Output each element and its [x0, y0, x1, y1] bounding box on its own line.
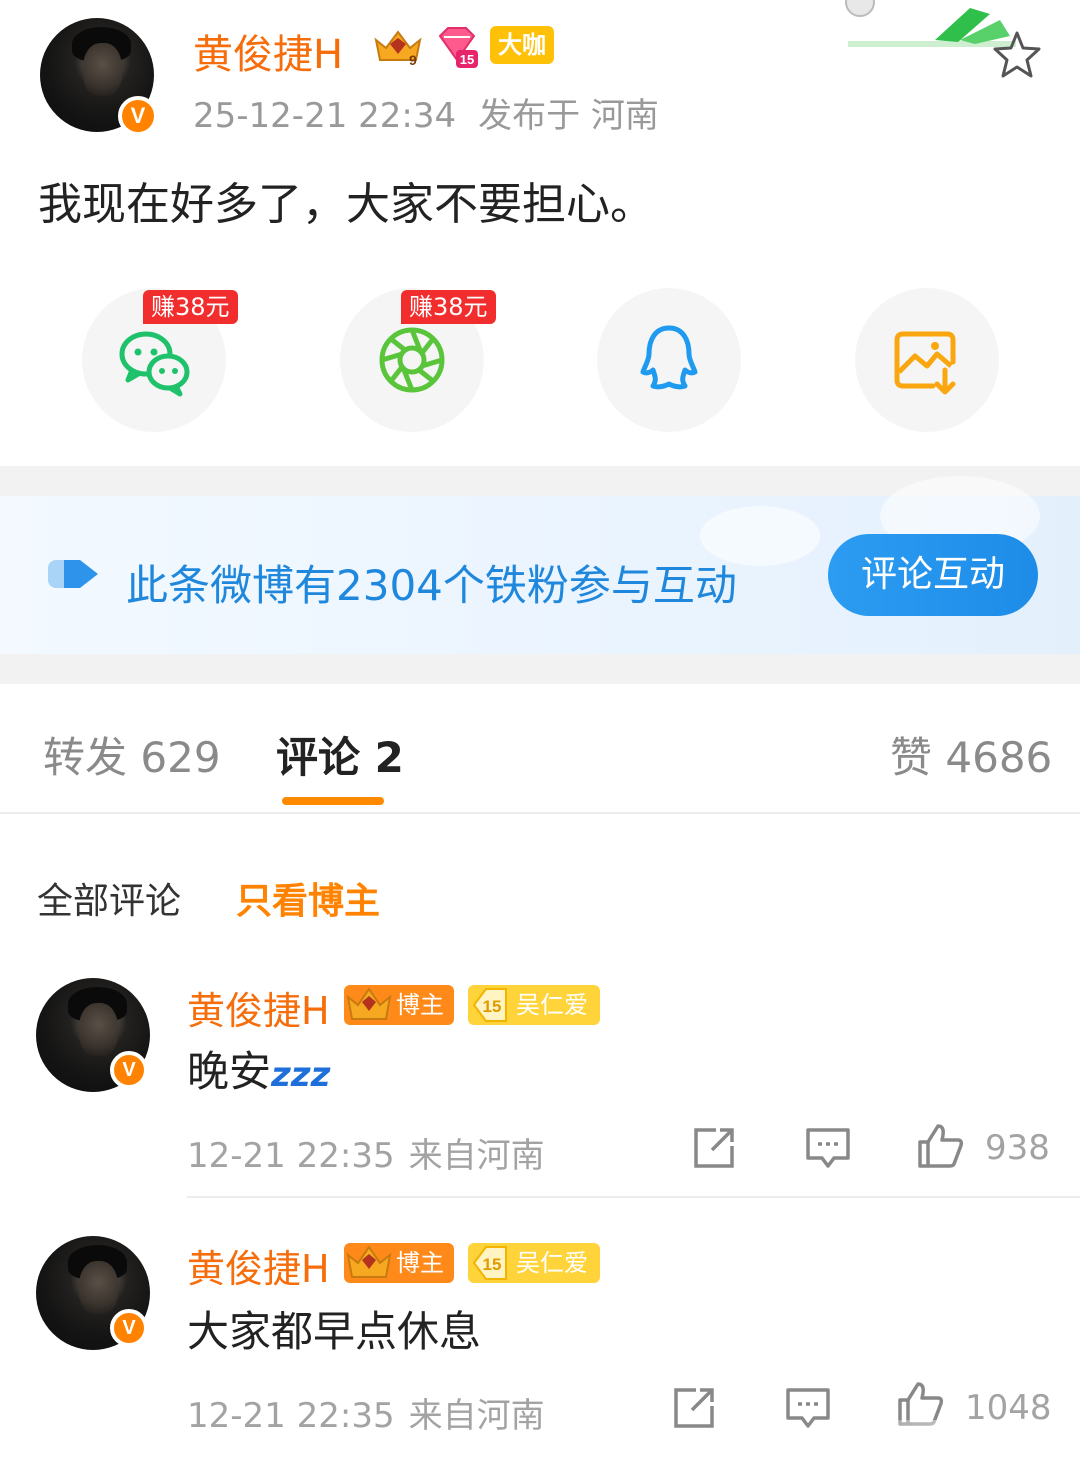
tab-likes[interactable]: 赞 4686 [890, 724, 1052, 785]
crown-badge-icon[interactable]: 9 [372, 26, 424, 66]
crown-level: 9 [409, 52, 417, 66]
comment-meta: 12-21 22:35 来自河南 [187, 1128, 545, 1177]
owner-tag-label: 博主 [396, 991, 444, 1019]
fan-play-icon [48, 560, 98, 588]
fan-level-tag[interactable]: 15 吴仁爱 [468, 985, 600, 1025]
share-icon[interactable] [690, 1124, 738, 1172]
tab-repost-count: 629 [140, 733, 221, 782]
save-image-button[interactable] [855, 288, 999, 432]
section-separator [0, 654, 1080, 684]
crown-badge-icon [346, 1245, 392, 1278]
moments-icon [379, 327, 445, 393]
fan-level-tag[interactable]: 15 吴仁爱 [468, 1243, 600, 1283]
post-content: 我现在好多了，大家不要担心。 [38, 179, 654, 230]
post-meta: 25-12-21 22:34 发布于 河南 [193, 88, 659, 137]
owner-tag-label: 博主 [396, 1249, 444, 1277]
post-time: 25-12-21 22:34 [193, 96, 457, 136]
comment-text-body: 晚安 [187, 1047, 272, 1096]
member-diamond-badge-icon[interactable]: 15 [434, 24, 480, 70]
share-qq-button[interactable] [597, 288, 741, 432]
wechat-icon [119, 331, 190, 397]
verified-badge-icon: V [118, 96, 158, 136]
comment-meta: 12-21 22:35 来自河南 [187, 1388, 545, 1437]
comment-time: 12-21 22:35 [187, 1136, 395, 1176]
filter-all-comments[interactable]: 全部评论 [37, 872, 181, 924]
verified-badge-icon: V [110, 1309, 148, 1347]
post-location: 发布于 河南 [478, 96, 659, 136]
owner-tag: 博主 [344, 1243, 454, 1283]
comment-interact-button[interactable]: 评论互动 [828, 534, 1038, 616]
daka-badge[interactable]: 大咖 [490, 26, 554, 64]
moments-reward-tag: 赚38元 [401, 290, 496, 324]
crown-badge-icon [346, 987, 392, 1020]
fan-level: 15 [483, 1255, 502, 1274]
comment-text: 大家都早点休息 [187, 1307, 482, 1356]
comment-author-name[interactable]: 黄俊捷H [187, 1238, 330, 1293]
like-thumb-icon[interactable] [916, 1122, 964, 1170]
member-level: 15 [460, 52, 474, 67]
verified-badge-icon: V [110, 1051, 148, 1089]
comment-time: 12-21 22:35 [187, 1396, 395, 1436]
fan-tag-label: 吴仁爱 [516, 991, 588, 1019]
fan-diamond-icon: 15 [472, 988, 507, 1022]
comment-location: 来自河南 [408, 1136, 545, 1176]
favorite-star-icon[interactable] [990, 28, 1044, 82]
watermark-fade [800, 1420, 1080, 1458]
fan-level: 15 [483, 997, 502, 1016]
reply-icon[interactable] [804, 1124, 852, 1172]
tab-likes-label: 赞 [890, 733, 933, 782]
post-header: V 黄俊捷H 9 15 大咖 25-12-21 22:34 发布于 河南 [0, 0, 1080, 150]
filter-owner-only[interactable]: 只看博主 [236, 872, 380, 924]
tab-likes-count: 4686 [945, 733, 1053, 782]
wechat-reward-tag: 赚38元 [143, 290, 238, 324]
fan-diamond-icon: 15 [472, 1246, 507, 1280]
tab-repost[interactable]: 转发 629 [43, 724, 221, 785]
tab-repost-label: 转发 [43, 733, 128, 782]
fan-tag-label: 吴仁爱 [516, 1249, 588, 1277]
sleep-zzz-icon: zzz [271, 1055, 331, 1095]
owner-tag: 博主 [344, 985, 454, 1025]
fan-interaction-text: 此条微博有2304个铁粉参与互动 [126, 561, 737, 610]
post-author-name[interactable]: 黄俊捷H [193, 22, 343, 80]
share-icon[interactable] [670, 1384, 718, 1432]
comment-divider [187, 1196, 1080, 1198]
comment-like-count: 938 [985, 1128, 1050, 1168]
tab-comments-label: 评论 [276, 733, 361, 782]
tab-comments-count: 2 [374, 733, 404, 782]
qq-icon [640, 325, 698, 390]
active-tab-indicator [282, 797, 384, 805]
comment-text: 晚安zzz [187, 1038, 330, 1099]
comment-author-name[interactable]: 黄俊捷H [187, 980, 330, 1035]
save-image-icon [894, 331, 956, 395]
tab-comments[interactable]: 评论 2 [276, 724, 404, 785]
tab-divider [0, 812, 1080, 814]
comment-location: 来自河南 [408, 1396, 545, 1436]
